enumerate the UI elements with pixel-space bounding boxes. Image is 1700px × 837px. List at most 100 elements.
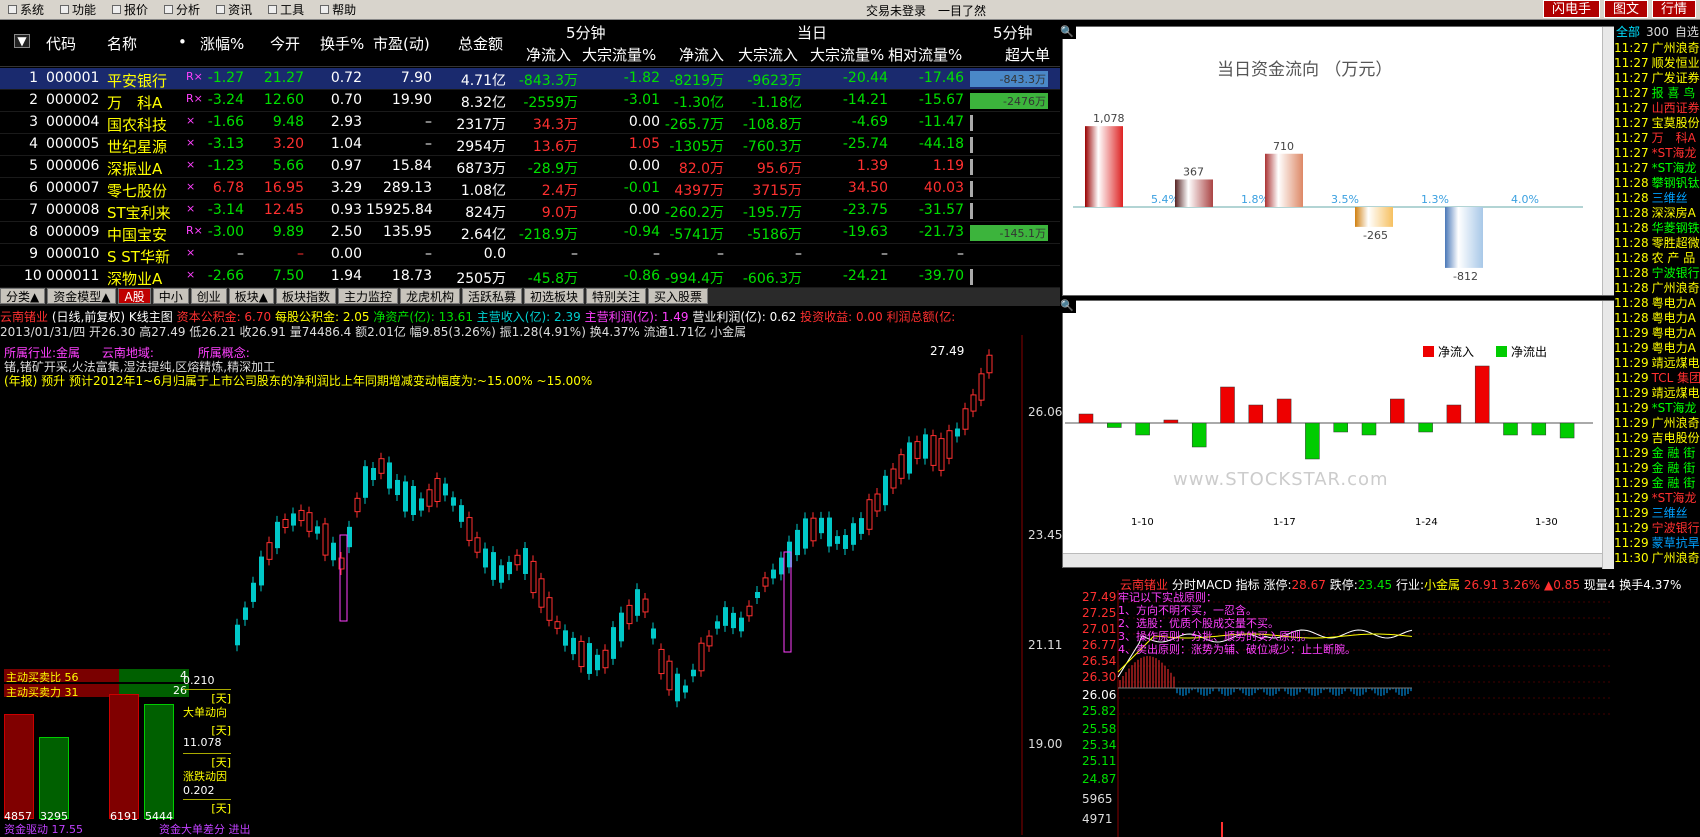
grid-row[interactable]: 4 000005 世纪星源 × -3.13 3.20 1.04 – 2954万 13.6万 1.05… [0, 134, 1060, 156]
menu-tools[interactable]: 工具 [260, 0, 312, 20]
category-tabs: 分类▲ 资金模型▲ A股 中小 创业 板块▲ 板块指数 主力监控 龙虎机构 活跃私募 初选板块 特别关… [0, 288, 1060, 306]
tab-9[interactable]: 活跃私募 [462, 288, 523, 304]
menu-function[interactable]: 功能 [52, 0, 104, 20]
col-name[interactable]: 名称 [107, 33, 137, 54]
col-rel-flow[interactable]: 相对流量% [888, 44, 962, 65]
alert-item[interactable]: 11:28 宁波银行 [1614, 266, 1700, 281]
login-status[interactable]: 交易未登录 [866, 2, 926, 19]
fund-indicator-panel: 0.210 [天] 大单动向 [天] 11.078 [天] 涨跌动因 0.202… [183, 674, 231, 829]
tab-4[interactable]: 创业 [190, 288, 227, 304]
alert-item[interactable]: 11:28 农 产 品 [1614, 251, 1700, 266]
quotes-button[interactable]: 行情 [1651, 0, 1696, 18]
alert-item[interactable]: 11:28 粤电力A [1614, 311, 1700, 326]
tab-0[interactable]: 分类▲ [0, 288, 46, 304]
alert-item[interactable]: 11:29 宁波银行 [1614, 521, 1700, 536]
col-block-in-day[interactable]: 大宗流入 [738, 44, 798, 65]
alert-item[interactable]: 11:27 山西证券 [1614, 101, 1700, 116]
alert-item[interactable]: 11:28 零胜超微 [1614, 236, 1700, 251]
grid-row[interactable]: 1 000001 平安银行 R× -1.27 21.27 0.72 7.90 4.71亿 -843… [0, 68, 1060, 90]
alert-item[interactable]: 11:29 *ST海龙 [1614, 491, 1700, 506]
signal-marker: × [569, 335, 577, 337]
alert-item[interactable]: 11:27 广发证券 [1614, 71, 1700, 86]
cell-pe: 15.84 [391, 158, 432, 174]
alert-item[interactable]: 11:27 报 喜 鸟 [1614, 86, 1700, 101]
grid-row[interactable]: 8 000009 中国宝安 R× -3.00 9.89 2.50 135.95 2.64亿 -21… [0, 222, 1060, 244]
grid-row[interactable]: 7 000008 ST宝利来 × -3.14 12.45 0.93 15925.84 824万 9… [0, 200, 1060, 222]
grid-row[interactable]: 10 000011 深物业A × -2.66 7.50 1.94 18.73 2505万 -45.… [0, 266, 1060, 288]
col-inflow-day[interactable]: 净流入 [679, 44, 724, 65]
col-code[interactable]: 代码 [46, 33, 76, 54]
alert-item[interactable]: 11:28 粤电力A [1614, 296, 1700, 311]
cell-f3: -8219万 [669, 73, 724, 89]
col-block-pct-5m[interactable]: 大宗流量% [582, 44, 656, 65]
tab-5[interactable]: 板块▲ [228, 288, 274, 304]
grid-row[interactable]: 3 000004 国农科技 × -1.66 9.48 2.93 – 2317万 34.3万 0.00… [0, 112, 1060, 134]
col-super-order[interactable]: 超大单 [1005, 44, 1050, 65]
alert-item[interactable]: 11:29 靖远煤电 [1614, 356, 1700, 371]
alert-item[interactable]: 11:29 吉电股份 [1614, 431, 1700, 446]
alert-item[interactable]: 11:29 粤电力A [1614, 326, 1700, 341]
col-block-pct-day[interactable]: 大宗流量% [810, 44, 884, 65]
minute-chart[interactable]: 云南锗业 分时MACD 指标 涨停:28.67 跌停:23.45 行业:小金属 … [1062, 572, 1681, 837]
grid-row[interactable]: 9 000010 S ST华新 × – – 0.00 – 0.0 – – – – – – [0, 244, 1060, 266]
menu-system[interactable]: 系统 [0, 0, 52, 20]
grid-row[interactable]: 6 000007 零七股份 × 6.78 16.95 3.29 289.13 1.08亿 2.4万… [0, 178, 1060, 200]
alert-item[interactable]: 11:29 金 融 街 [1614, 461, 1700, 476]
kline-chart[interactable]: ×××××××××××××××××××××××××××××× 所属行业:金属 云… [0, 335, 1062, 836]
col-amount[interactable]: 总金额 [458, 33, 503, 54]
alert-item[interactable]: 11:29 粤电力A [1614, 341, 1700, 356]
col-turnover[interactable]: 换手% [320, 33, 364, 54]
period-label[interactable]: (日线,前复权) [52, 310, 125, 324]
tab-8[interactable]: 龙虎机构 [399, 288, 460, 304]
alert-item[interactable]: 11:29 *ST海龙 [1614, 401, 1700, 416]
graphic-text-button[interactable]: 图文 [1603, 0, 1648, 18]
alert-item[interactable]: 11:30 广州浪奇 [1614, 551, 1700, 566]
tab-all[interactable]: 全部 [1616, 24, 1640, 41]
tab-7[interactable]: 主力监控 [337, 288, 398, 304]
menu-news[interactable]: 资讯 [208, 0, 260, 20]
tab-watchlist[interactable]: 自选 [1675, 24, 1699, 41]
tab-2[interactable]: A股 [118, 288, 151, 304]
col-inflow-5m[interactable]: 净流入 [526, 44, 571, 65]
alert-item[interactable]: 11:27 顺发恒业 [1614, 56, 1700, 71]
grid-row[interactable]: 2 000002 万 科A R× -3.24 12.60 0.70 19.90 8.32亿 -25… [0, 90, 1060, 112]
alert-item[interactable]: 11:28 广州浪奇 [1614, 281, 1700, 296]
panel2-hscrollbar[interactable] [1063, 553, 1603, 567]
tab-3[interactable]: 中小 [152, 288, 189, 304]
alert-item[interactable]: 11:28 华菱钢铁 [1614, 221, 1700, 236]
grid-row[interactable]: 5 000006 深振业A × -1.23 5.66 0.97 15.84 6873万 -28.9… [0, 156, 1060, 178]
alert-time: 11:28 [1614, 296, 1649, 310]
alert-item[interactable]: 11:27 万 科A [1614, 131, 1700, 146]
alert-item[interactable]: 11:28 攀钢钒钛 [1614, 176, 1700, 191]
alert-item[interactable]: 11:29 金 融 街 [1614, 476, 1700, 491]
alert-item[interactable]: 11:29 蒙草抗旱 [1614, 536, 1700, 551]
tab-12[interactable]: 买入股票 [648, 288, 709, 304]
menu-help[interactable]: 帮助 [312, 0, 364, 20]
tab-1[interactable]: 资金模型▲ [47, 288, 117, 304]
menu-analysis[interactable]: 分析 [156, 0, 208, 20]
alert-item[interactable]: 11:29 靖远煤电 [1614, 386, 1700, 401]
alert-item[interactable]: 11:29 TCL 集团 [1614, 371, 1700, 386]
alert-item[interactable]: 11:27 宝莫股份 [1614, 116, 1700, 131]
alert-item[interactable]: 11:27 广州浪奇 [1614, 41, 1700, 56]
signal-marker: × [899, 335, 907, 337]
alert-item[interactable]: 11:28 深深房A [1614, 206, 1700, 221]
alert-item[interactable]: 11:29 三维丝 [1614, 506, 1700, 521]
alert-item[interactable]: 11:27 *ST海龙 [1614, 146, 1700, 161]
alert-item[interactable]: 11:27 *ST海龙 [1614, 161, 1700, 176]
alert-item[interactable]: 11:29 广州浪奇 [1614, 416, 1700, 431]
alert-item[interactable]: 11:29 金 融 街 [1614, 446, 1700, 461]
stock-name-label[interactable]: 云南锗业 [0, 310, 48, 324]
alert-item[interactable]: 11:28 三维丝 [1614, 191, 1700, 206]
col-change[interactable]: 涨幅% [200, 33, 244, 54]
daily-fund-flow-panel: 🔍 当日资金流向 （万元） 1,078 5.4% 367 1.8% 710 3.5% -26… [1060, 25, 1617, 296]
col-pe[interactable]: 市盈(动) [373, 33, 430, 54]
menu-quote[interactable]: 报价 [104, 0, 156, 20]
tab-300[interactable]: 300 [1646, 24, 1669, 41]
flash-trade-button[interactable]: 闪电手 [1542, 0, 1600, 18]
tab-11[interactable]: 特别关注 [586, 288, 647, 304]
tab-10[interactable]: 初选板块 [524, 288, 585, 304]
sort-dropdown-icon[interactable]: ▼ [14, 34, 30, 48]
col-open[interactable]: 今开 [270, 33, 300, 54]
tab-6[interactable]: 板块指数 [275, 288, 336, 304]
